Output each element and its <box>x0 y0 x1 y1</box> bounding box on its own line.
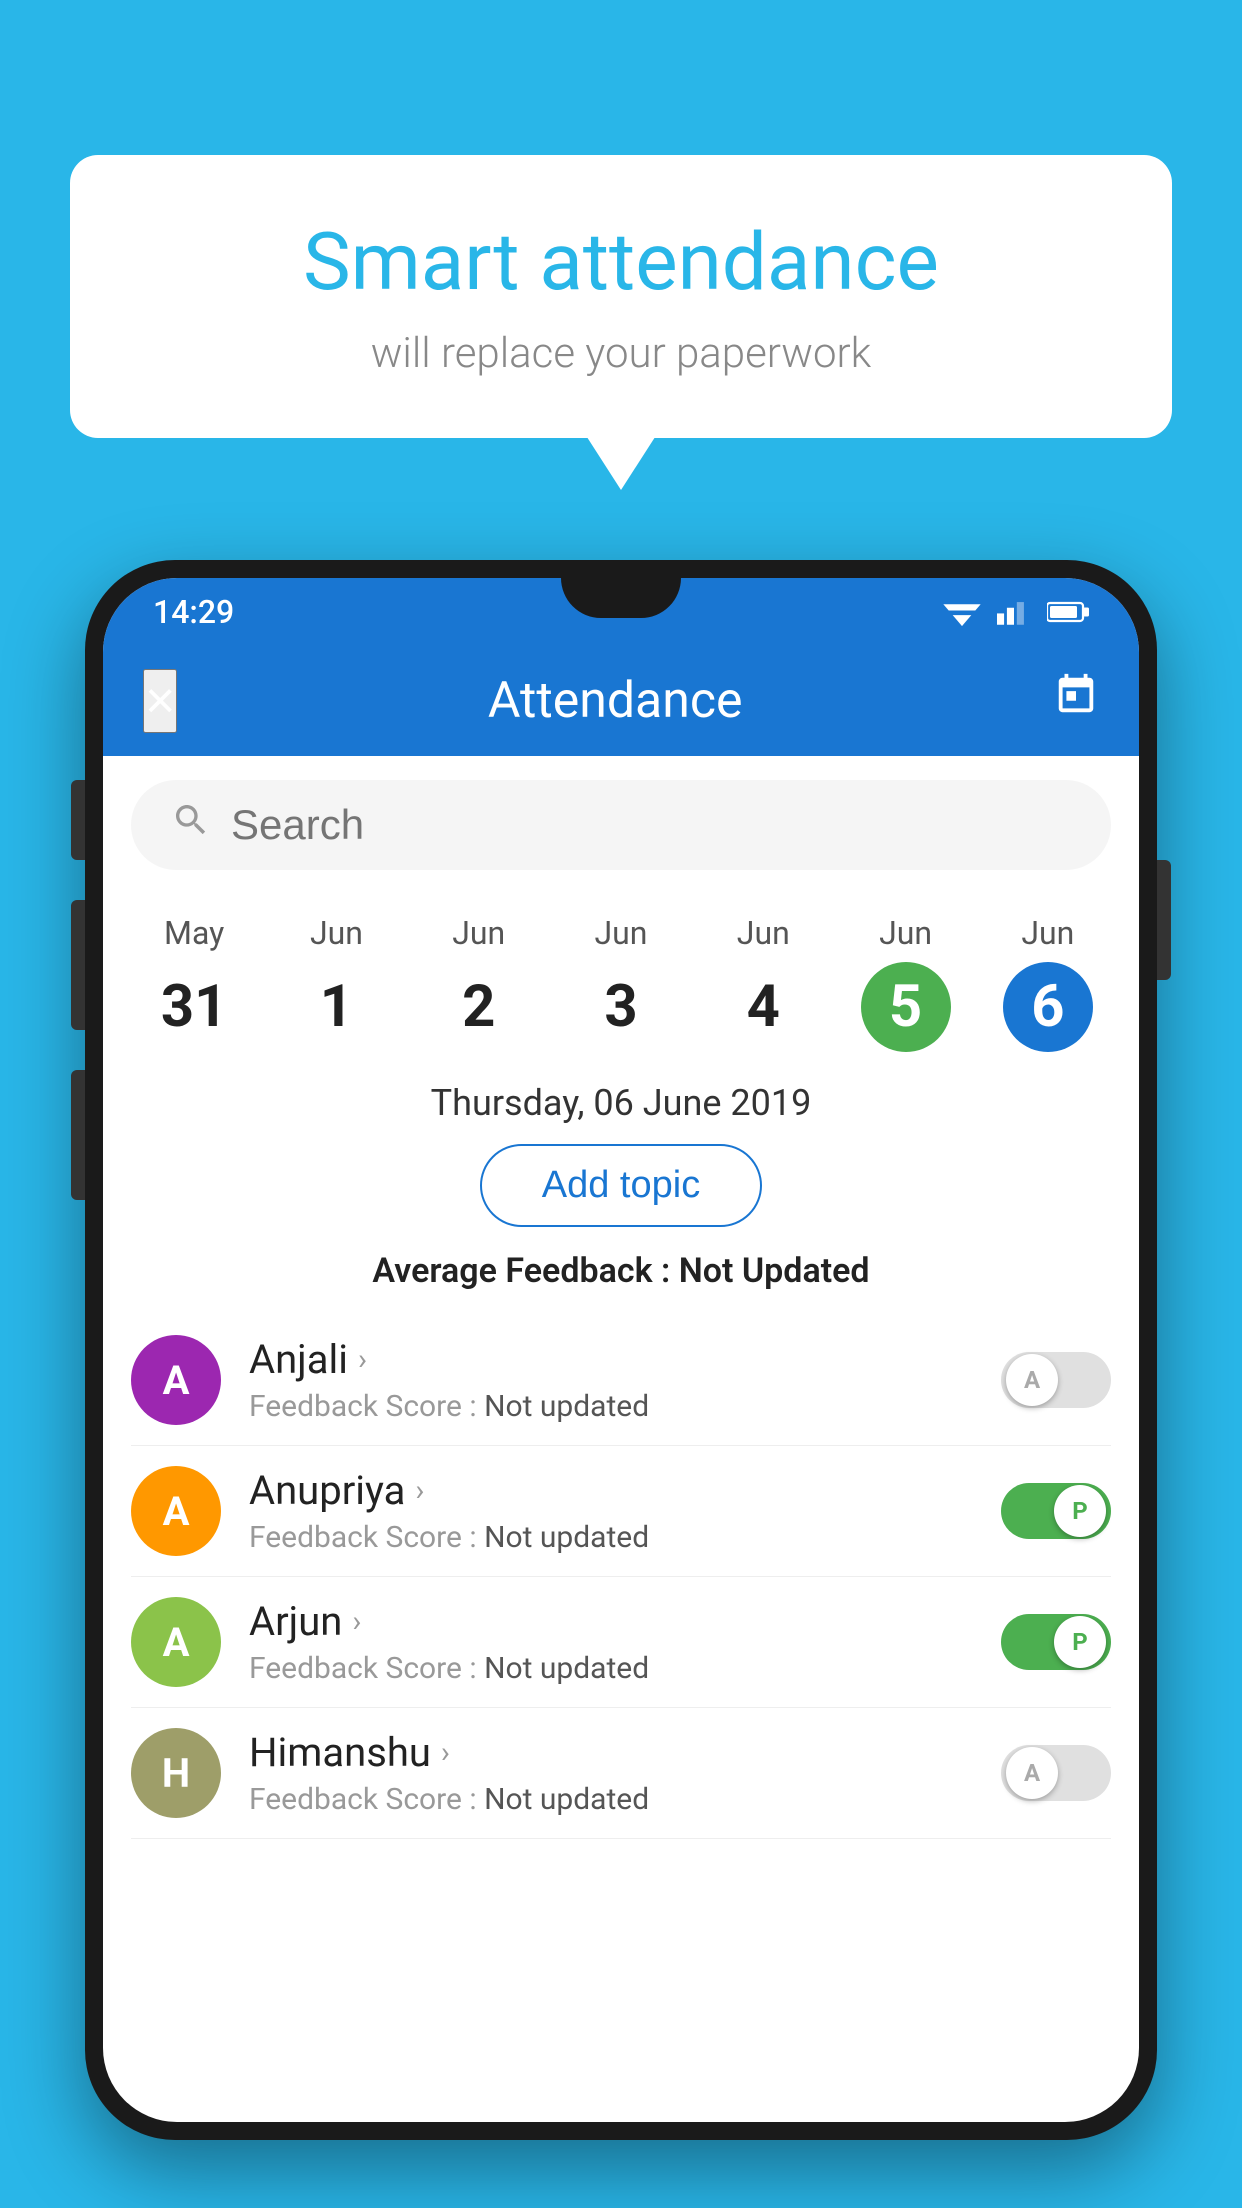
month-label: Jun <box>879 914 932 952</box>
date-item[interactable]: Jun 5 <box>861 914 951 1052</box>
search-input[interactable] <box>231 801 1071 849</box>
avatar: A <box>131 1597 221 1687</box>
student-info: Anjali › Feedback Score : Not updated <box>249 1336 973 1424</box>
search-icon <box>171 800 211 850</box>
avg-feedback-label: Average Feedback : <box>372 1251 670 1291</box>
day-number[interactable]: 1 <box>291 962 381 1052</box>
day-number[interactable]: 6 <box>1003 962 1093 1052</box>
signal-icon <box>997 598 1031 626</box>
toggle-knob: A <box>1006 1354 1058 1406</box>
student-info: Arjun › Feedback Score : Not updated <box>249 1598 973 1686</box>
student-item[interactable]: A Anjali › Feedback Score : Not updated A <box>131 1315 1111 1446</box>
student-info: Anupriya › Feedback Score : Not updated <box>249 1467 973 1555</box>
speech-bubble: Smart attendance will replace your paper… <box>70 155 1172 438</box>
app-bar: × Attendance <box>103 646 1139 756</box>
bubble-subtitle: will replace your paperwork <box>150 329 1092 378</box>
avatar: H <box>131 1728 221 1818</box>
add-topic-button[interactable]: Add topic <box>480 1144 762 1227</box>
feedback-score: Feedback Score : Not updated <box>249 1389 973 1424</box>
close-button[interactable]: × <box>143 669 177 733</box>
side-button-left-3 <box>71 1070 85 1200</box>
side-button-left-1 <box>71 780 85 860</box>
toggle-knob: P <box>1054 1616 1106 1668</box>
date-item[interactable]: Jun 3 <box>576 914 666 1052</box>
phone-frame: 14:29 <box>85 560 1157 2140</box>
student-item[interactable]: A Anupriya › Feedback Score : Not updated P <box>131 1446 1111 1577</box>
month-label: Jun <box>737 914 790 952</box>
student-name: Arjun › <box>249 1598 973 1645</box>
student-item[interactable]: A Arjun › Feedback Score : Not updated P <box>131 1577 1111 1708</box>
bubble-title: Smart attendance <box>150 215 1092 309</box>
search-bar[interactable] <box>131 780 1111 870</box>
month-label: Jun <box>1021 914 1074 952</box>
chevron-icon: › <box>441 1735 450 1770</box>
month-label: Jun <box>452 914 505 952</box>
battery-icon <box>1047 600 1089 624</box>
student-name: Himanshu › <box>249 1729 973 1776</box>
phone-screen: 14:29 <box>103 578 1139 2122</box>
toggle-knob: P <box>1054 1485 1106 1537</box>
day-number[interactable]: 2 <box>434 962 524 1052</box>
feedback-score: Feedback Score : Not updated <box>249 1782 973 1817</box>
student-list: AAnjali ›Feedback Score : Not updatedAAA… <box>103 1315 1139 1839</box>
avatar: A <box>131 1335 221 1425</box>
status-time: 14:29 <box>153 593 234 631</box>
day-number[interactable]: 5 <box>861 962 951 1052</box>
status-bar: 14:29 <box>103 578 1139 646</box>
app-bar-title: Attendance <box>488 672 743 730</box>
date-item[interactable]: Jun 1 <box>291 914 381 1052</box>
student-info: Himanshu › Feedback Score : Not updated <box>249 1729 973 1817</box>
selected-date: Thursday, 06 June 2019 <box>103 1082 1139 1124</box>
wifi-icon <box>943 598 981 626</box>
month-label: Jun <box>310 914 363 952</box>
avg-feedback: Average Feedback : Not Updated <box>103 1251 1139 1291</box>
side-button-right <box>1157 860 1171 980</box>
avg-feedback-value: Not Updated <box>679 1251 870 1291</box>
attendance-toggle[interactable]: A <box>1001 1352 1111 1408</box>
student-item[interactable]: H Himanshu › Feedback Score : Not updated A <box>131 1708 1111 1839</box>
calendar-icon[interactable] <box>1053 672 1099 730</box>
phone-container: 14:29 <box>85 560 1157 2208</box>
attendance-toggle[interactable]: P <box>1001 1614 1111 1670</box>
feedback-score: Feedback Score : Not updated <box>249 1651 973 1686</box>
attendance-toggle[interactable]: A <box>1001 1745 1111 1801</box>
feedback-score: Feedback Score : Not updated <box>249 1520 973 1555</box>
day-number[interactable]: 3 <box>576 962 666 1052</box>
date-item[interactable]: Jun 4 <box>718 914 808 1052</box>
date-item[interactable]: Jun 2 <box>434 914 524 1052</box>
attendance-toggle[interactable]: P <box>1001 1483 1111 1539</box>
toggle-knob: A <box>1006 1747 1058 1799</box>
avatar: A <box>131 1466 221 1556</box>
day-number[interactable]: 4 <box>718 962 808 1052</box>
date-strip: May 31 Jun 1 Jun 2 Jun 3 Jun 4 Jun 5 Jun 6 <box>103 894 1139 1052</box>
chevron-icon: › <box>358 1342 367 1377</box>
student-name: Anupriya › <box>249 1467 973 1514</box>
notch <box>561 578 681 618</box>
month-label: May <box>164 914 224 952</box>
day-number[interactable]: 31 <box>149 962 239 1052</box>
chevron-icon: › <box>415 1473 424 1508</box>
status-icons <box>943 598 1089 626</box>
month-label: Jun <box>595 914 648 952</box>
speech-bubble-container: Smart attendance will replace your paper… <box>70 155 1172 438</box>
date-item[interactable]: Jun 6 <box>1003 914 1093 1052</box>
student-name: Anjali › <box>249 1336 973 1383</box>
side-button-left-2 <box>71 900 85 1030</box>
chevron-icon: › <box>352 1604 361 1639</box>
date-item[interactable]: May 31 <box>149 914 239 1052</box>
